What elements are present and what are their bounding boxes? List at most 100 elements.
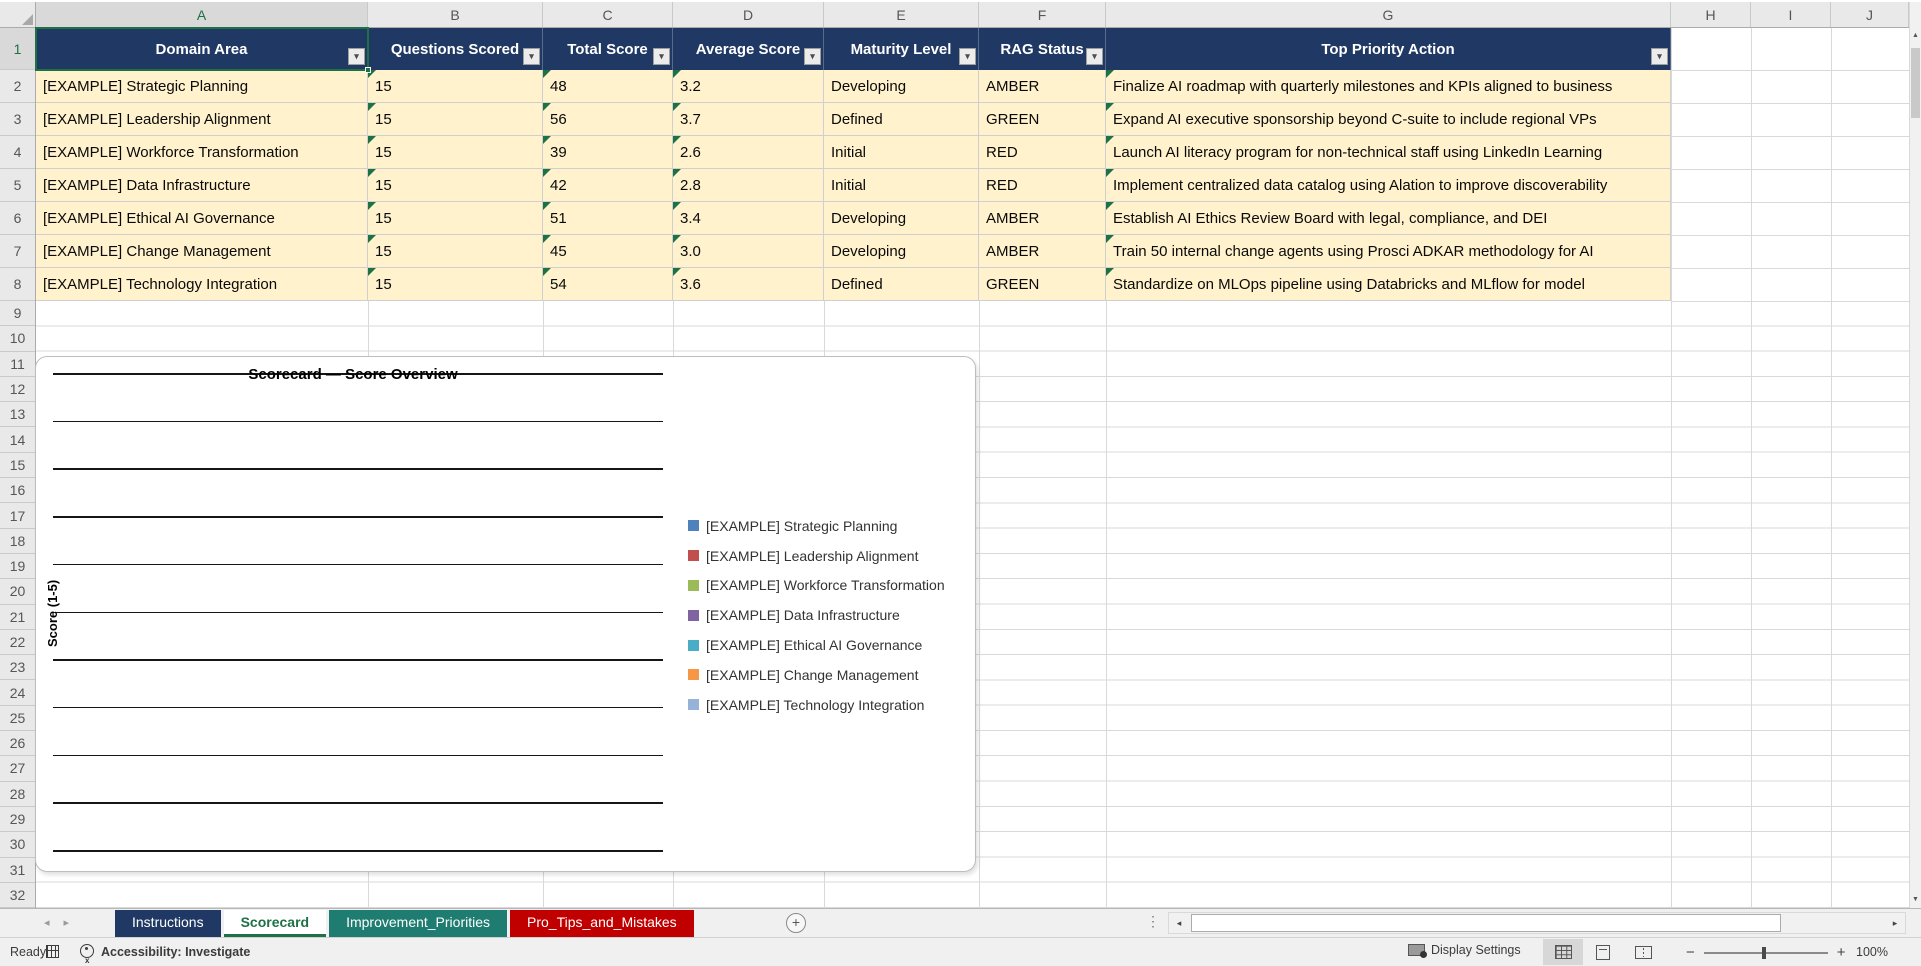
header-cell-rag-status[interactable]: RAG Status ▾ <box>979 28 1106 70</box>
cell-average-score[interactable]: 3.7 <box>673 103 824 136</box>
legend-item[interactable]: [EXAMPLE] Workforce Transformation <box>688 571 945 601</box>
cell-top-priority-action[interactable]: Expand AI executive sponsorship beyond C… <box>1106 103 1671 136</box>
cell-domain-area[interactable]: [EXAMPLE] Technology Integration <box>36 268 368 301</box>
row-header[interactable]: 32 <box>0 883 35 909</box>
header-cell-questions-scored[interactable]: Questions Scored ▾ <box>368 28 543 70</box>
row-header[interactable]: 3 <box>0 103 35 136</box>
zoom-level[interactable]: 100% <box>1856 945 1888 959</box>
cell-questions-scored[interactable]: 15 <box>368 169 543 202</box>
legend-item[interactable]: [EXAMPLE] Technology Integration <box>688 690 945 720</box>
column-header-a[interactable]: A <box>36 2 368 27</box>
sheet-tab[interactable]: Improvement_Priorities <box>329 910 508 937</box>
cell-top-priority-action[interactable]: Establish AI Ethics Review Board with le… <box>1106 202 1671 235</box>
accessibility-status[interactable]: Accessibility: Investigate <box>101 945 250 959</box>
cell-domain-area[interactable]: [EXAMPLE] Data Infrastructure <box>36 169 368 202</box>
row-header[interactable]: 21 <box>0 605 35 630</box>
filter-dropdown-icon[interactable]: ▾ <box>1086 48 1103 65</box>
chart-title[interactable]: Scorecard — Score Overview <box>36 366 670 383</box>
cell-rag-status[interactable]: GREEN <box>979 268 1106 301</box>
column-header-b[interactable]: B <box>368 2 543 27</box>
cell-total-score[interactable]: 45 <box>543 235 673 268</box>
filter-dropdown-icon[interactable]: ▾ <box>653 48 670 65</box>
cell-questions-scored[interactable]: 15 <box>368 235 543 268</box>
row-header[interactable]: 16 <box>0 478 35 504</box>
row-header[interactable]: 9 <box>0 301 35 327</box>
column-header-h[interactable]: H <box>1671 2 1751 27</box>
cell-domain-area[interactable]: [EXAMPLE] Ethical AI Governance <box>36 202 368 235</box>
scroll-up-icon[interactable]: ▲ <box>1910 26 1921 44</box>
legend-item[interactable]: [EXAMPLE] Change Management <box>688 660 945 690</box>
column-header-e[interactable]: E <box>824 2 979 27</box>
row-header[interactable]: 22 <box>0 630 35 656</box>
row-header[interactable]: 4 <box>0 136 35 169</box>
row-header[interactable]: 31 <box>0 858 35 883</box>
row-header[interactable]: 24 <box>0 680 35 706</box>
cell-average-score[interactable]: 2.6 <box>673 136 824 169</box>
horizontal-scrollbar[interactable]: ◂ ▸ <box>1168 912 1906 934</box>
row-header[interactable]: 15 <box>0 453 35 479</box>
header-cell-average-score[interactable]: Average Score ▾ <box>673 28 824 70</box>
row-header[interactable]: 28 <box>0 782 35 807</box>
row-header[interactable]: 19 <box>0 554 35 580</box>
zoom-out-button[interactable]: − <box>1686 944 1695 961</box>
column-header-j[interactable]: J <box>1831 2 1909 27</box>
row-header[interactable]: 5 <box>0 169 35 202</box>
row-header[interactable]: 20 <box>0 579 35 605</box>
row-header[interactable]: 18 <box>0 529 35 554</box>
cell-maturity-level[interactable]: Developing <box>824 235 979 268</box>
display-settings-button[interactable]: Display Settings <box>1408 943 1521 958</box>
row-header[interactable]: 12 <box>0 377 35 403</box>
header-cell-maturity-level[interactable]: Maturity Level ▾ <box>824 28 979 70</box>
new-sheet-button[interactable]: + <box>786 913 806 933</box>
macro-record-icon[interactable] <box>46 945 59 958</box>
cell-average-score[interactable]: 2.8 <box>673 169 824 202</box>
cell-rag-status[interactable]: AMBER <box>979 70 1106 103</box>
zoom-in-button[interactable]: + <box>1837 944 1846 961</box>
cell-average-score[interactable]: 3.0 <box>673 235 824 268</box>
cell-domain-area[interactable]: [EXAMPLE] Workforce Transformation <box>36 136 368 169</box>
chart-y-axis-label[interactable]: Score (1-5) <box>45 543 60 683</box>
row-header[interactable]: 27 <box>0 756 35 782</box>
cell-total-score[interactable]: 39 <box>543 136 673 169</box>
filter-dropdown-icon[interactable]: ▾ <box>959 48 976 65</box>
cell-questions-scored[interactable]: 15 <box>368 103 543 136</box>
normal-view-button[interactable] <box>1543 939 1583 965</box>
row-header[interactable]: 29 <box>0 807 35 833</box>
vertical-scroll-thumb[interactable] <box>1911 48 1920 118</box>
row-header[interactable]: 17 <box>0 503 35 529</box>
cell-average-score[interactable]: 3.4 <box>673 202 824 235</box>
sheet-tab[interactable]: Pro_Tips_and_Mistakes <box>510 910 694 937</box>
cell-total-score[interactable]: 42 <box>543 169 673 202</box>
row-header[interactable]: 2 <box>0 70 35 103</box>
cell-maturity-level[interactable]: Developing <box>824 202 979 235</box>
cell-total-score[interactable]: 54 <box>543 268 673 301</box>
scroll-right-icon[interactable]: ▸ <box>1887 913 1903 933</box>
cell-questions-scored[interactable]: 15 <box>368 202 543 235</box>
column-header-f[interactable]: F <box>979 2 1106 27</box>
cell-questions-scored[interactable]: 15 <box>368 70 543 103</box>
zoom-slider-thumb[interactable] <box>1761 946 1766 959</box>
sheet-nav-left-icon[interactable]: ◂ <box>44 917 64 929</box>
filter-dropdown-icon[interactable]: ▾ <box>1651 48 1668 65</box>
legend-item[interactable]: [EXAMPLE] Ethical AI Governance <box>688 630 945 660</box>
cell-domain-area[interactable]: [EXAMPLE] Change Management <box>36 235 368 268</box>
row-header[interactable]: 14 <box>0 427 35 453</box>
row-header[interactable]: 25 <box>0 706 35 732</box>
zoom-slider-track[interactable] <box>1703 946 1828 959</box>
row-header[interactable]: 26 <box>0 731 35 757</box>
scorecard-chart[interactable]: Scorecard — Score Overview Score (1-5) [… <box>35 356 976 872</box>
cell-maturity-level[interactable]: Initial <box>824 136 979 169</box>
select-all-button[interactable] <box>0 2 36 27</box>
row-header[interactable]: 11 <box>0 352 35 377</box>
cell-maturity-level[interactable]: Initial <box>824 169 979 202</box>
legend-item[interactable]: [EXAMPLE] Leadership Alignment <box>688 541 945 571</box>
cell-total-score[interactable]: 56 <box>543 103 673 136</box>
row-header-1[interactable]: 1 <box>0 28 35 70</box>
sheet-nav-right-icon[interactable]: ▸ <box>64 917 84 929</box>
row-header[interactable]: 10 <box>0 326 35 352</box>
scroll-down-icon[interactable]: ▼ <box>1910 890 1921 908</box>
cell-total-score[interactable]: 48 <box>543 70 673 103</box>
filter-dropdown-icon[interactable]: ▾ <box>804 48 821 65</box>
filter-dropdown-icon[interactable]: ▾ <box>348 48 365 65</box>
row-header[interactable]: 8 <box>0 268 35 301</box>
